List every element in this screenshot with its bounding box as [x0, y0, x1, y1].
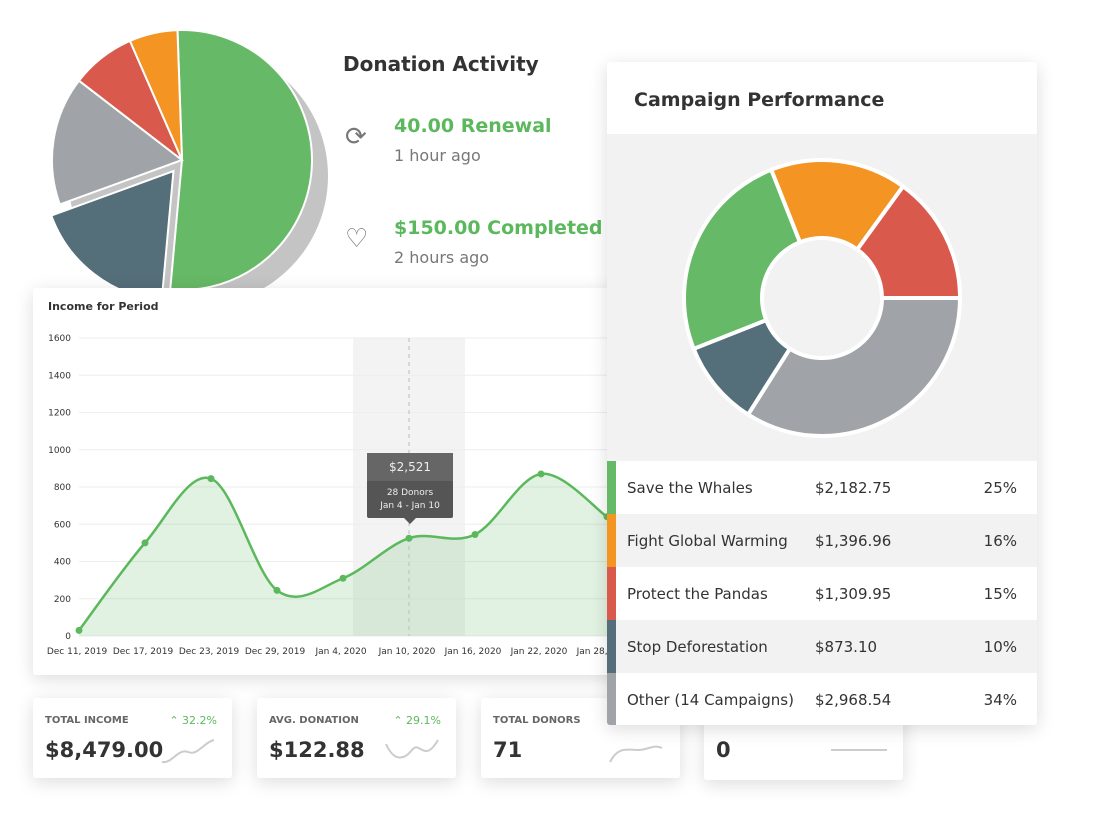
heart-icon: ♡ — [345, 224, 369, 254]
campaign-name: Fight Global Warming — [627, 531, 788, 550]
activity-time: 2 hours ago — [394, 248, 490, 267]
x-tick-label: Jan 10, 2020 — [378, 647, 436, 657]
sparkline-icon — [609, 745, 663, 763]
data-point[interactable] — [339, 574, 347, 582]
campaign-percent: 16% — [983, 531, 1017, 550]
y-tick-label: 200 — [54, 595, 71, 605]
tooltip-range: Jan 4 - Jan 10 — [380, 501, 440, 511]
stat-change: ⌃ 32.2% — [169, 714, 217, 727]
activity-time: 1 hour ago — [394, 146, 481, 165]
campaign-performance-card: Campaign Performance Save the Whales $2,1… — [607, 62, 1037, 725]
tooltip-donors: 28 Donors — [386, 488, 434, 498]
data-point[interactable] — [207, 475, 215, 483]
sparkline-icon — [831, 749, 887, 751]
income-chart: 0 200 400 600 800 1000 1200 1400 1600 Dec 11, 201… — [47, 334, 633, 657]
campaign-percent: 10% — [983, 637, 1017, 656]
up-arrow-icon: ⌃ — [393, 714, 407, 727]
y-tick-label: 1200 — [48, 409, 71, 419]
chart-tooltip: $2,521 28 Donors Jan 4 - Jan 10 — [367, 453, 453, 524]
color-swatch — [607, 673, 616, 725]
data-point[interactable] — [537, 470, 545, 478]
income-area — [79, 473, 607, 636]
campaign-percent: 15% — [983, 584, 1017, 603]
donation-activity-title: Donation Activity — [343, 52, 539, 76]
color-swatch — [607, 567, 616, 620]
campaign-amount: $1,396.96 — [815, 531, 892, 550]
x-tick-label: Dec 23, 2019 — [179, 647, 240, 657]
color-swatch — [607, 620, 616, 673]
x-tick-label: Dec 11, 2019 — [47, 647, 108, 657]
data-point[interactable] — [273, 586, 281, 594]
y-tick-label: 600 — [54, 520, 71, 530]
stat-value: $122.88 — [269, 738, 365, 762]
sparkline-icon — [385, 739, 439, 759]
activity-main: 40.00 Renewal — [394, 115, 552, 137]
stat-label: TOTAL DONORS — [493, 715, 581, 726]
refresh-icon: ⟳ — [345, 122, 367, 152]
data-point[interactable] — [141, 539, 149, 547]
stat-total-income: TOTAL INCOME ⌃ 32.2% $8,479.00 — [33, 698, 232, 778]
data-point[interactable] — [471, 530, 479, 538]
up-arrow-icon: ⌃ — [169, 714, 183, 727]
campaign-amount: $873.10 — [815, 637, 878, 656]
y-tick-label: 0 — [65, 632, 71, 642]
activity-main: $150.00 Completed — [394, 217, 603, 239]
y-tick-label: 400 — [54, 558, 71, 568]
campaign-row[interactable]: Other (14 Campaigns) $2,968.54 34% — [607, 673, 1037, 725]
sparkline-icon — [161, 739, 215, 764]
stat-change: ⌃ 29.1% — [393, 714, 441, 727]
campaign-donut-chart — [682, 158, 963, 438]
stat-change-value: 32.2% — [182, 714, 217, 727]
campaign-row[interactable]: Fight Global Warming $1,396.96 16% — [607, 514, 1037, 567]
campaign-name: Save the Whales — [627, 478, 753, 497]
stat-label: AVG. DONATION — [269, 715, 359, 726]
tooltip-value: $2,521 — [367, 453, 453, 481]
stat-value: 71 — [493, 738, 523, 762]
campaign-title: Campaign Performance — [634, 89, 885, 111]
decorative-pie-chart — [50, 29, 328, 306]
color-swatch — [607, 514, 616, 567]
y-tick-label: 1400 — [48, 371, 71, 381]
campaign-name: Stop Deforestation — [627, 637, 768, 656]
stat-avg-donation: AVG. DONATION ⌃ 29.1% $122.88 — [257, 698, 456, 778]
campaign-percent: 25% — [983, 478, 1017, 497]
stat-value: $8,479.00 — [45, 738, 164, 762]
x-tick-label: Jan 4, 2020 — [314, 647, 366, 657]
x-tick-label: Dec 29, 2019 — [245, 647, 306, 657]
campaign-row[interactable]: Stop Deforestation $873.10 10% — [607, 620, 1037, 673]
data-point[interactable] — [405, 534, 413, 542]
campaign-name: Other (14 Campaigns) — [627, 690, 794, 709]
stat-change-value: 29.1% — [406, 714, 441, 727]
donut-slice[interactable] — [682, 167, 803, 352]
y-tick-label: 1000 — [48, 446, 71, 456]
campaign-row[interactable]: Save the Whales $2,182.75 25% — [607, 461, 1037, 514]
campaign-percent: 34% — [983, 690, 1017, 709]
stat-label: TOTAL INCOME — [45, 715, 129, 726]
data-point[interactable] — [75, 626, 83, 634]
campaign-name: Protect the Pandas — [627, 584, 768, 603]
x-tick-label: Jan 22, 2020 — [510, 647, 568, 657]
color-swatch — [607, 461, 616, 514]
stat-value: 0 — [716, 738, 731, 762]
y-tick-label: 800 — [54, 483, 71, 493]
y-tick-label: 1600 — [48, 334, 71, 344]
campaign-amount: $2,182.75 — [815, 478, 892, 497]
campaign-amount: $1,309.95 — [815, 584, 892, 603]
x-tick-label: Jan 16, 2020 — [444, 647, 502, 657]
campaign-amount: $2,968.54 — [815, 690, 892, 709]
x-tick-label: Dec 17, 2019 — [113, 647, 174, 657]
campaign-row[interactable]: Protect the Pandas $1,309.95 15% — [607, 567, 1037, 620]
